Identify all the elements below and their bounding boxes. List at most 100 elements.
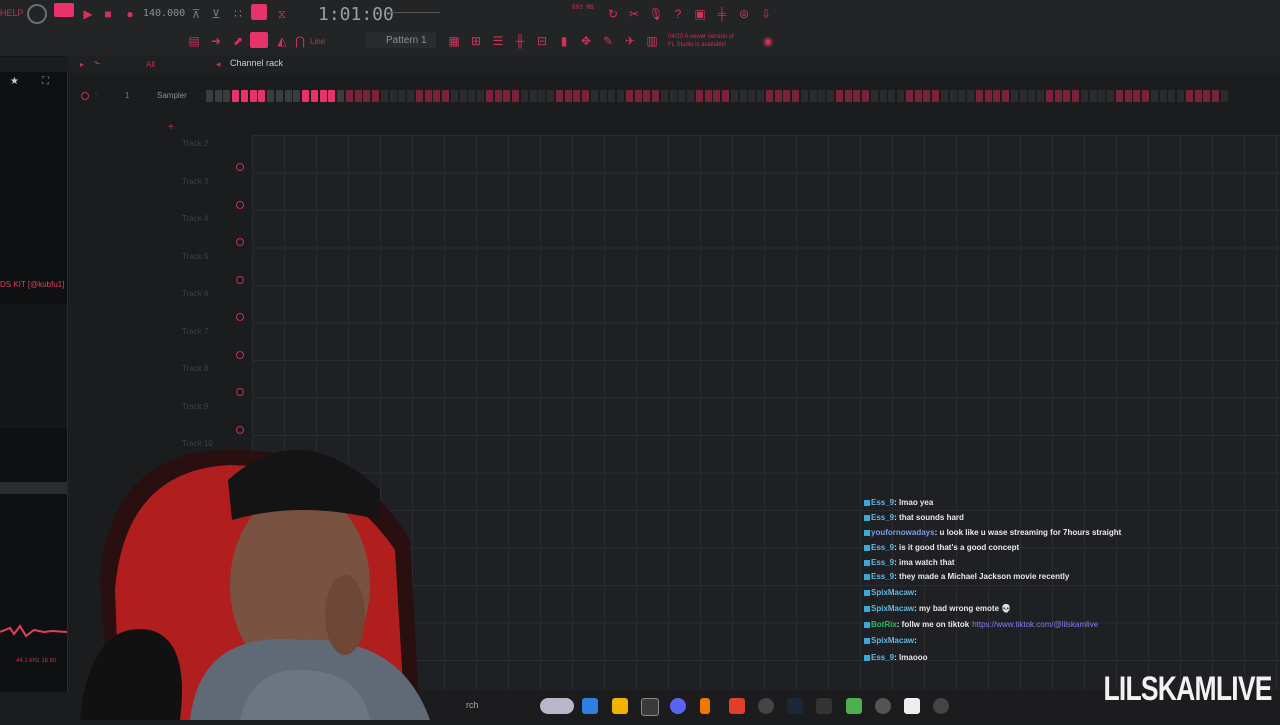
step-button[interactable] [739, 90, 747, 102]
step-button[interactable] [791, 90, 799, 102]
step-button[interactable] [608, 90, 615, 102]
step-button[interactable] [1028, 90, 1035, 102]
sample-icon[interactable]: ✎ [600, 33, 616, 49]
channel-pan-knob[interactable]: ◌ [94, 91, 98, 98]
step-button[interactable] [704, 90, 712, 102]
step-button[interactable] [258, 90, 265, 102]
step-button[interactable] [941, 90, 948, 102]
snap-icon[interactable]: ⬈ [230, 33, 246, 49]
step-button[interactable] [433, 90, 440, 102]
download-icon[interactable]: ⇩ [758, 6, 774, 22]
wait-input-icon[interactable]: ⊻ [208, 6, 224, 22]
track-mute-led[interactable] [236, 388, 244, 396]
step-button[interactable] [241, 90, 248, 102]
step-button[interactable] [214, 90, 222, 102]
step-button[interactable] [1133, 90, 1140, 102]
step-button[interactable] [836, 90, 843, 102]
track-mute-led[interactable] [236, 200, 244, 209]
step-button[interactable] [1203, 90, 1210, 102]
plugin-icon[interactable]: ⊜ [736, 6, 752, 22]
step-button[interactable] [844, 90, 852, 102]
app-icon-3[interactable] [875, 698, 891, 714]
step-button[interactable] [1151, 90, 1158, 102]
step-button[interactable] [1141, 90, 1149, 102]
step-button[interactable] [984, 90, 992, 102]
step-button[interactable] [381, 90, 388, 102]
countdown-icon[interactable]: ∷ [230, 6, 246, 22]
step-button[interactable] [896, 90, 904, 102]
step-button[interactable] [993, 90, 1000, 102]
blend-notes-icon[interactable]: ⧖ [274, 6, 290, 22]
step-button[interactable] [1046, 90, 1053, 102]
step-button[interactable] [1159, 90, 1167, 102]
track-label[interactable]: Track 2 [182, 139, 208, 148]
track-mute-led[interactable] [236, 238, 244, 246]
step-button[interactable] [231, 90, 239, 102]
step-button[interactable] [783, 90, 790, 102]
step-button[interactable] [1036, 90, 1044, 102]
step-button[interactable] [1098, 90, 1105, 102]
step-button[interactable] [1186, 90, 1193, 102]
steam-icon[interactable] [787, 698, 803, 714]
step-button[interactable] [371, 90, 379, 102]
rack-filter[interactable]: All [146, 60, 155, 69]
step-seq-icon[interactable]: ▦ [446, 33, 462, 49]
track-label[interactable]: Track 6 [182, 289, 208, 298]
plugin-picker-icon[interactable]: ▮ [556, 33, 572, 49]
step-button[interactable] [529, 90, 537, 102]
step-button[interactable] [731, 90, 738, 102]
step-button[interactable] [328, 90, 335, 102]
step-button[interactable] [1063, 90, 1070, 102]
news-panel[interactable]: 04/20 A newer version of FL Studio is av… [668, 33, 734, 49]
step-button[interactable] [826, 90, 834, 102]
play-icon[interactable]: ▶ [80, 6, 96, 22]
step-button[interactable] [319, 90, 327, 102]
project-picker-icon[interactable]: ✈ [622, 33, 638, 49]
stop-icon[interactable]: ■ [100, 6, 116, 22]
mixer-icon[interactable]: ╪ [714, 6, 730, 22]
piano-roll-icon[interactable]: ⊞ [468, 33, 484, 49]
chat-username[interactable]: Ess_9 [871, 513, 894, 522]
step-button[interactable] [1221, 90, 1228, 102]
step-button[interactable] [223, 90, 230, 102]
step-button[interactable] [451, 90, 458, 102]
step-button[interactable] [311, 90, 318, 102]
step-button[interactable] [626, 90, 633, 102]
step-button[interactable] [669, 90, 677, 102]
arrow-tool-icon[interactable]: ➜ [208, 33, 224, 49]
step-button[interactable] [206, 90, 213, 102]
step-button[interactable] [416, 90, 423, 102]
step-button[interactable] [634, 90, 642, 102]
star-icon[interactable]: ★ [10, 76, 19, 87]
track-mute-led[interactable] [236, 275, 244, 284]
step-button[interactable] [1176, 90, 1184, 102]
step-button[interactable] [818, 90, 825, 102]
step-button[interactable] [424, 90, 432, 102]
master-pitch-slider[interactable] [386, 12, 440, 13]
step-button[interactable] [468, 90, 475, 102]
loop-record-button[interactable] [251, 4, 267, 20]
step-button[interactable] [441, 90, 449, 102]
step-button[interactable] [336, 90, 344, 102]
step-button[interactable] [521, 90, 528, 102]
app-icon-4[interactable] [904, 698, 920, 714]
rack-arrow-icon[interactable]: ▸ [80, 60, 84, 69]
step-button[interactable] [1071, 90, 1079, 102]
metronome-icon[interactable]: ⊼ [188, 6, 204, 22]
chat-username[interactable]: Ess_9 [871, 653, 894, 662]
step-button[interactable] [1211, 90, 1219, 102]
news-icon[interactable]: ▥ [644, 33, 660, 49]
media-player-icon[interactable] [933, 698, 949, 714]
cut-icon[interactable]: ✂ [626, 6, 642, 22]
step-button[interactable] [756, 90, 764, 102]
track-mute-led[interactable] [236, 350, 244, 359]
app-icon-2[interactable] [846, 698, 862, 714]
step-button[interactable] [389, 90, 397, 102]
step-button[interactable] [486, 90, 493, 102]
step-button[interactable] [1194, 90, 1202, 102]
microphone-icon[interactable]: 🎙 [648, 6, 664, 22]
track-label[interactable]: Track 8 [182, 364, 208, 373]
step-button[interactable] [1054, 90, 1062, 102]
step-button[interactable] [774, 90, 782, 102]
step-button[interactable] [1116, 90, 1123, 102]
